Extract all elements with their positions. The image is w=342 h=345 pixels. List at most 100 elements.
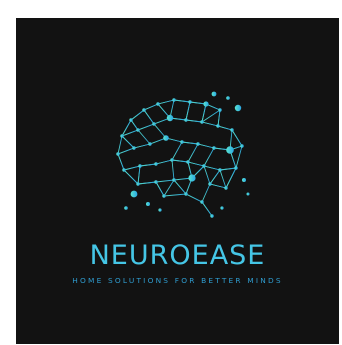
network-node [138,164,142,168]
network-edge [217,109,221,127]
network-node [212,146,216,150]
network-edge [197,143,215,149]
network-edge [201,183,211,203]
network-node [230,128,234,132]
network-node [203,101,209,107]
network-node [218,108,222,112]
network-edge [171,159,175,181]
network-edge [181,141,199,145]
network-node [200,200,204,204]
network-edge [155,159,173,165]
network-edge [121,135,135,149]
network-node [218,168,222,172]
network-node [226,146,234,154]
network-edge [235,145,243,169]
network-node [202,164,206,168]
network-node [180,140,184,144]
network-edge [209,183,227,189]
network-node [240,144,244,148]
network-node [170,158,174,162]
scatter-dot [124,206,128,210]
network-node [136,128,140,132]
logo-canvas: NEUROEASE HOME SOLUTIONS FOR BETTER MIND… [16,18,339,344]
scatter-dot [130,190,138,198]
network-edge [217,125,233,131]
network-node [120,134,124,138]
network-node [210,214,214,218]
network-edge [143,109,155,125]
network-edge [157,99,175,105]
network-node [234,166,238,170]
network-edge [187,161,205,167]
network-node [172,178,176,182]
network-node [129,118,133,122]
network-node [188,174,196,182]
network-node [162,194,166,198]
scatter-dot [146,202,150,206]
network-edge [163,179,175,197]
network-edge [203,165,211,185]
network-edge [130,109,145,121]
network-edge [173,179,187,195]
network-node [132,146,136,150]
network-edge [163,193,187,197]
network-node [216,124,220,128]
network-node [208,182,212,186]
network-edge [201,201,213,217]
network-node [156,102,160,106]
scatter-dot [211,91,217,97]
network-node [163,135,169,141]
network-edge [201,121,219,127]
network-edge [123,165,141,171]
network-edge [137,165,141,185]
network-node [196,142,200,146]
network-edge [171,141,183,161]
network-edge [143,103,159,111]
network-node [116,152,120,156]
scatter-dot [226,96,230,100]
network-edge [139,163,157,167]
scatter-dot [158,208,162,212]
network-node [186,160,190,164]
network-edge [137,129,151,145]
network-edge [185,193,203,203]
scatter-dot [242,178,246,182]
network-edge [137,123,155,131]
network-node [154,162,158,166]
network-node [184,192,188,196]
scatter-dot [234,104,242,112]
network-node [136,182,140,186]
network-edge [117,147,135,155]
network-node [172,98,176,102]
network-node [152,122,156,126]
network-node [200,120,204,124]
network-edge [171,159,189,163]
network-node [188,100,192,104]
network-edge [130,119,139,131]
network-node [224,186,228,190]
network-node [122,168,126,172]
network-edge [123,169,139,185]
network-edge [185,119,203,123]
network-node [148,142,152,146]
network-edge [133,143,151,149]
network-node [166,114,174,122]
network-edge [137,181,157,185]
network-edge [155,181,165,197]
network-edge [219,169,227,189]
network-edge [231,129,243,147]
scatter-dot [220,206,224,210]
network-node [154,180,158,184]
network-brain-icon [116,91,250,218]
network-edge [187,143,199,163]
network-edge [173,99,191,103]
network-edge [209,169,221,185]
network-edge [203,165,221,171]
network-edge [155,179,175,183]
network-node [142,108,146,112]
network-edge [117,153,125,171]
network-edge [185,101,191,121]
network-node [184,118,188,122]
network-edge [225,167,237,189]
network-edge [117,135,123,155]
